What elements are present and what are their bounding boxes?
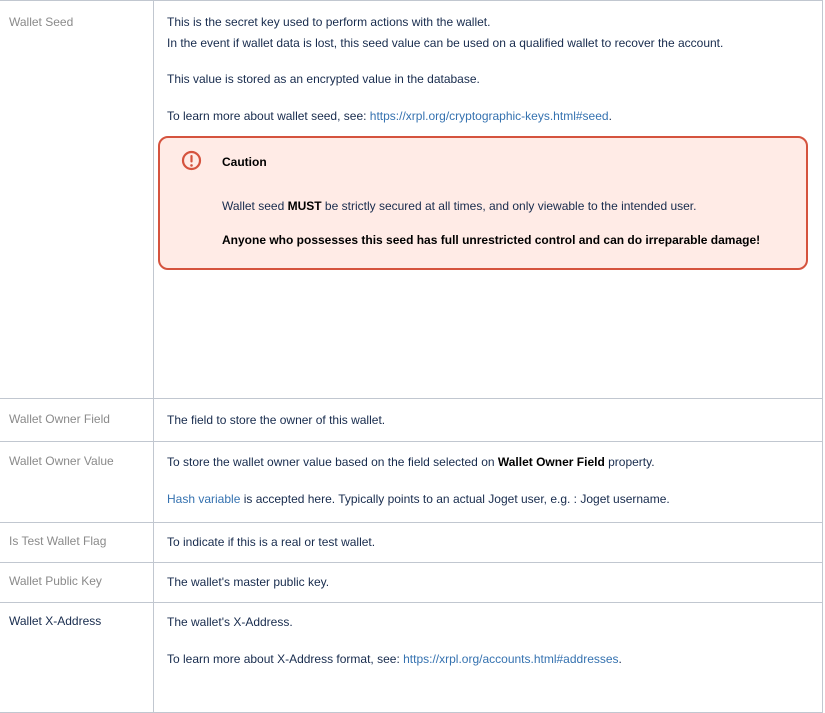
caution-text-suffix: be strictly secured at all times, and on…: [321, 199, 697, 213]
property-label: Wallet Owner Field: [9, 412, 110, 426]
caution-title: Caution: [222, 155, 267, 169]
table-row-is-test-wallet-flag: Is Test Wallet Flag To indicate if this …: [0, 522, 823, 563]
property-name-cell: Is Test Wallet Flag: [0, 522, 154, 563]
caution-body: Wallet seed MUST be strictly secured at …: [222, 198, 760, 249]
property-label: Wallet Public Key: [9, 574, 102, 588]
properties-table: Wallet Seed This is the secret key used …: [0, 0, 823, 713]
description-suffix: property.: [604, 455, 655, 469]
property-description-cell: The wallet's X-Address. To learn more ab…: [153, 602, 823, 713]
description-text: The field to store the owner of this wal…: [167, 413, 386, 427]
hash-variable-link[interactable]: Hash variable: [167, 492, 240, 506]
table-row-wallet-public-key: Wallet Public Key The wallet's master pu…: [0, 562, 823, 603]
caution-warning: Anyone who possesses this seed has full …: [222, 233, 761, 247]
caution-text: Wallet seed MUST be strictly secured at …: [222, 198, 760, 215]
property-description-cell: The field to store the owner of this wal…: [153, 398, 823, 442]
property-name-cell: Wallet Seed: [0, 0, 154, 399]
description-text: The wallet's master public key.: [167, 575, 330, 589]
description-text: To store the wallet owner value based on…: [167, 454, 822, 471]
table-row-wallet-x-address: Wallet X-Address The wallet's X-Address.…: [0, 602, 823, 713]
caution-text-bold: MUST: [287, 199, 322, 213]
property-label: Wallet Seed: [9, 15, 74, 29]
property-label: Wallet X-Address: [9, 614, 102, 628]
table-row-wallet-seed: Wallet Seed This is the secret key used …: [0, 0, 823, 399]
property-label: Is Test Wallet Flag: [9, 534, 107, 548]
property-description-cell: To store the wallet owner value based on…: [153, 441, 823, 523]
description-text: This value is stored as an encrypted val…: [167, 72, 480, 86]
x-address-doc-link[interactable]: https://xrpl.org/accounts.html#addresses: [403, 652, 618, 666]
seed-doc-link[interactable]: https://xrpl.org/cryptographic-keys.html…: [370, 109, 609, 123]
caution-text-prefix: Wallet seed: [222, 199, 288, 213]
description-text: The wallet's X-Address.: [167, 615, 293, 629]
property-name-cell: Wallet Owner Value: [0, 441, 154, 523]
learn-more-suffix: .: [618, 652, 622, 666]
learn-more-text: To learn more about X-Address format, se…: [167, 651, 822, 668]
learn-more-prefix: To learn more about wallet seed, see:: [167, 109, 370, 123]
property-description-cell: To indicate if this is a real or test wa…: [153, 522, 823, 563]
property-label: Wallet Owner Value: [9, 454, 114, 468]
learn-more-suffix: .: [608, 109, 612, 123]
description-prefix: To store the wallet owner value based on…: [167, 455, 498, 469]
table-row-wallet-owner-value: Wallet Owner Value To store the wallet o…: [0, 441, 823, 523]
property-name-cell: Wallet X-Address: [0, 602, 154, 713]
description-note: Hash variable is accepted here. Typicall…: [167, 491, 822, 508]
property-name-cell: Wallet Public Key: [0, 562, 154, 603]
description-text: This is the secret key used to perform a…: [167, 15, 491, 29]
description-text: To indicate if this is a real or test wa…: [167, 535, 376, 549]
property-description-cell: This is the secret key used to perform a…: [153, 0, 823, 399]
learn-more-text: To learn more about wallet seed, see: ht…: [167, 108, 822, 125]
property-description-cell: The wallet's master public key.: [153, 562, 823, 603]
exclamation-circle-icon: [181, 150, 202, 171]
learn-more-prefix: To learn more about X-Address format, se…: [167, 652, 404, 666]
property-name-cell: Wallet Owner Field: [0, 398, 154, 442]
description-bold: Wallet Owner Field: [497, 455, 605, 469]
table-row-wallet-owner-field: Wallet Owner Field The field to store th…: [0, 398, 823, 442]
description-text: In the event if wallet data is lost, thi…: [167, 36, 724, 50]
caution-panel: Caution Wallet seed MUST be strictly sec…: [158, 136, 808, 270]
description-note-text: is accepted here. Typically points to an…: [240, 492, 670, 506]
